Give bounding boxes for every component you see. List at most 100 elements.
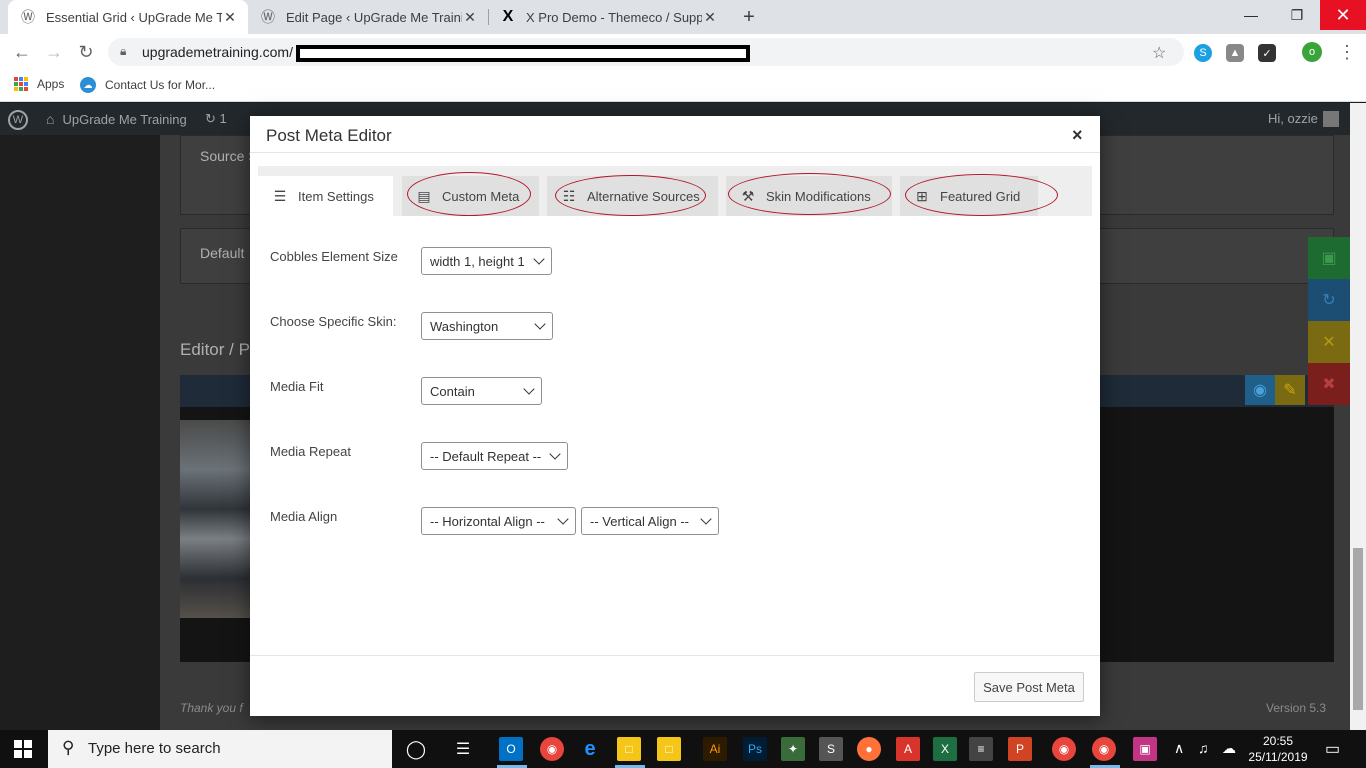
close-icon[interactable]: × [1072,125,1083,146]
refresh-icon[interactable]: ↻ [1308,279,1350,321]
tab-featured-grid[interactable]: ⊞ Featured Grid [900,176,1038,216]
excel-icon[interactable]: X [933,737,957,761]
media-fit-select[interactable]: Contain [421,377,542,405]
x-logo-icon: X [502,8,514,25]
checkmark-extension-icon[interactable]: ✓ [1258,44,1276,62]
trash-icon[interactable]: ✖ [1308,363,1350,405]
tray-overflow-icon[interactable]: ∧ [1174,740,1184,757]
taskbar-search-box[interactable]: ⚲ Type here to search [48,730,392,768]
chrome-icon[interactable]: ◉ [540,737,564,761]
browser-tab-essential-grid[interactable]: Ⓦ Essential Grid ‹ UpGrade Me Trai ✕ [8,0,248,34]
search-icon: ⚲ [62,738,75,757]
onedrive-icon[interactable]: ☁ [1222,740,1236,757]
volume-icon[interactable]: ♫ [1198,740,1209,756]
tab-item-settings[interactable]: ☰ Item Settings [258,176,393,216]
forward-icon[interactable]: → [42,40,66,64]
cobbles-size-select[interactable]: width 1, height 1 [421,247,552,275]
clock-date: 25/11/2019 [1248,750,1308,764]
scrollbar-thumb[interactable] [1353,548,1363,710]
wp-site-link[interactable]: ⌂ UpGrade Me Training [46,111,187,127]
wp-site-name: UpGrade Me Training [62,111,187,127]
file-explorer-icon[interactable]: □ [657,737,681,761]
chrome-menu-icon[interactable]: ⋮ [1338,42,1356,63]
close-tab-icon[interactable]: ✕ [222,9,238,26]
edit-pencil-icon[interactable]: ✎ [1275,375,1305,405]
media-repeat-select[interactable]: -- Default Repeat -- [421,442,568,470]
redacted-url-bar [296,45,750,62]
select-value: -- Vertical Align -- [590,513,689,529]
save-icon[interactable]: ▣ [1308,237,1350,279]
tab-alternative-sources[interactable]: ☷ Alternative Sources [547,176,718,216]
extension-icon[interactable]: ▲ [1226,44,1244,62]
select-value: -- Default Repeat -- [430,448,542,464]
chevron-down-icon [523,383,535,395]
page-scrollbar[interactable] [1350,103,1366,730]
editor-heading: Editor / P [180,340,250,359]
cancel-icon[interactable]: ✕ [1308,321,1350,363]
close-tab-icon[interactable]: ✕ [462,9,478,26]
reload-icon[interactable]: ↻ [74,40,98,64]
vertical-align-select[interactable]: -- Vertical Align -- [581,507,719,535]
chrome-icon[interactable]: ◉ [1052,737,1076,761]
minimize-window-icon[interactable]: — [1228,0,1274,30]
app-s-icon[interactable]: S [819,737,843,761]
preview-eye-icon[interactable]: ◉ [1245,375,1275,405]
wp-greeting[interactable]: Hi, ozzie [1268,111,1318,126]
taskbar-clock[interactable]: 20:55 25/11/2019 [1248,733,1308,765]
horizontal-align-select[interactable]: -- Horizontal Align -- [421,507,576,535]
post-meta-editor-dialog: Post Meta Editor × ☰ Item Settings ▤ Cus… [250,116,1100,716]
modal-footer: Save Post Meta [250,655,1100,716]
tab-label: Item Settings [298,188,374,204]
skin-select[interactable]: Washington [421,312,553,340]
source-label: Source S [200,148,258,164]
notifications-icon[interactable]: ▭ [1325,739,1340,759]
app-icon[interactable]: ≡ [969,737,993,761]
avatar[interactable] [1323,111,1339,127]
chevron-down-icon [549,448,561,460]
bookmarks-bar: Apps ☁ Contact Us for Mor... [0,70,1366,102]
tab-custom-meta[interactable]: ▤ Custom Meta [402,176,539,216]
field-label: Media Repeat [270,444,351,459]
file-explorer-icon[interactable]: □ [617,737,641,761]
skin-modifications-icon: ⚒ [741,187,755,204]
featured-grid-icon: ⊞ [916,187,928,204]
modal-title: Post Meta Editor [266,126,392,145]
tab-skin-modifications[interactable]: ⚒ Skin Modifications [726,176,892,216]
close-tab-icon[interactable]: ✕ [702,9,718,26]
photoshop-icon[interactable]: Ps [743,737,767,761]
restore-window-icon[interactable]: ❐ [1274,0,1320,30]
back-icon[interactable]: ← [10,40,34,64]
new-tab-button[interactable]: + [737,5,761,29]
task-view-icon[interactable]: ☰ [451,737,475,761]
close-window-icon[interactable]: ✕ [1320,0,1366,30]
app-icon[interactable]: ▣ [1133,737,1157,761]
edge-icon[interactable]: e [578,737,602,761]
save-post-meta-button[interactable]: Save Post Meta [974,672,1084,702]
browser-tab-x-pro-demo[interactable]: X X Pro Demo - Themeco / Suppor ✕ [488,0,728,34]
wordpress-icon[interactable]: W [8,110,28,130]
powerpoint-icon[interactable]: P [1008,737,1032,761]
tab-label: Skin Modifications [766,188,871,204]
bookmark-contact-us[interactable]: ☁ Contact Us for Mor... [80,77,215,93]
support-icon: ☁ [80,77,96,93]
app-icon[interactable]: ✦ [781,737,805,761]
windows-start-icon[interactable] [14,740,32,758]
browser-tab-edit-page[interactable]: Ⓦ Edit Page ‹ UpGrade Me Training ✕ [248,0,488,34]
bookmark-apps[interactable]: Apps [14,77,64,91]
chrome-icon[interactable]: ◉ [1092,737,1116,761]
cortana-icon[interactable]: ◯ [404,737,428,761]
item-settings-icon: ☰ [273,187,287,204]
field-label: Media Fit [270,379,324,394]
acrobat-icon[interactable]: A [896,737,920,761]
wp-updates-count: 1 [219,111,227,126]
skype-extension-icon[interactable]: S [1194,44,1212,62]
lock-icon: 🔒︎ [120,44,127,58]
bookmark-label: Contact Us for Mor... [105,78,216,92]
wp-updates[interactable]: ↻ 1 [205,111,227,127]
bookmark-star-icon[interactable]: ☆ [1152,43,1166,63]
firefox-icon[interactable]: ● [857,737,881,761]
profile-avatar[interactable]: o [1302,42,1322,62]
illustrator-icon[interactable]: Ai [703,737,727,761]
browser-tab-title: Essential Grid ‹ UpGrade Me Trai [46,9,222,25]
outlook-icon[interactable]: O [499,737,523,761]
